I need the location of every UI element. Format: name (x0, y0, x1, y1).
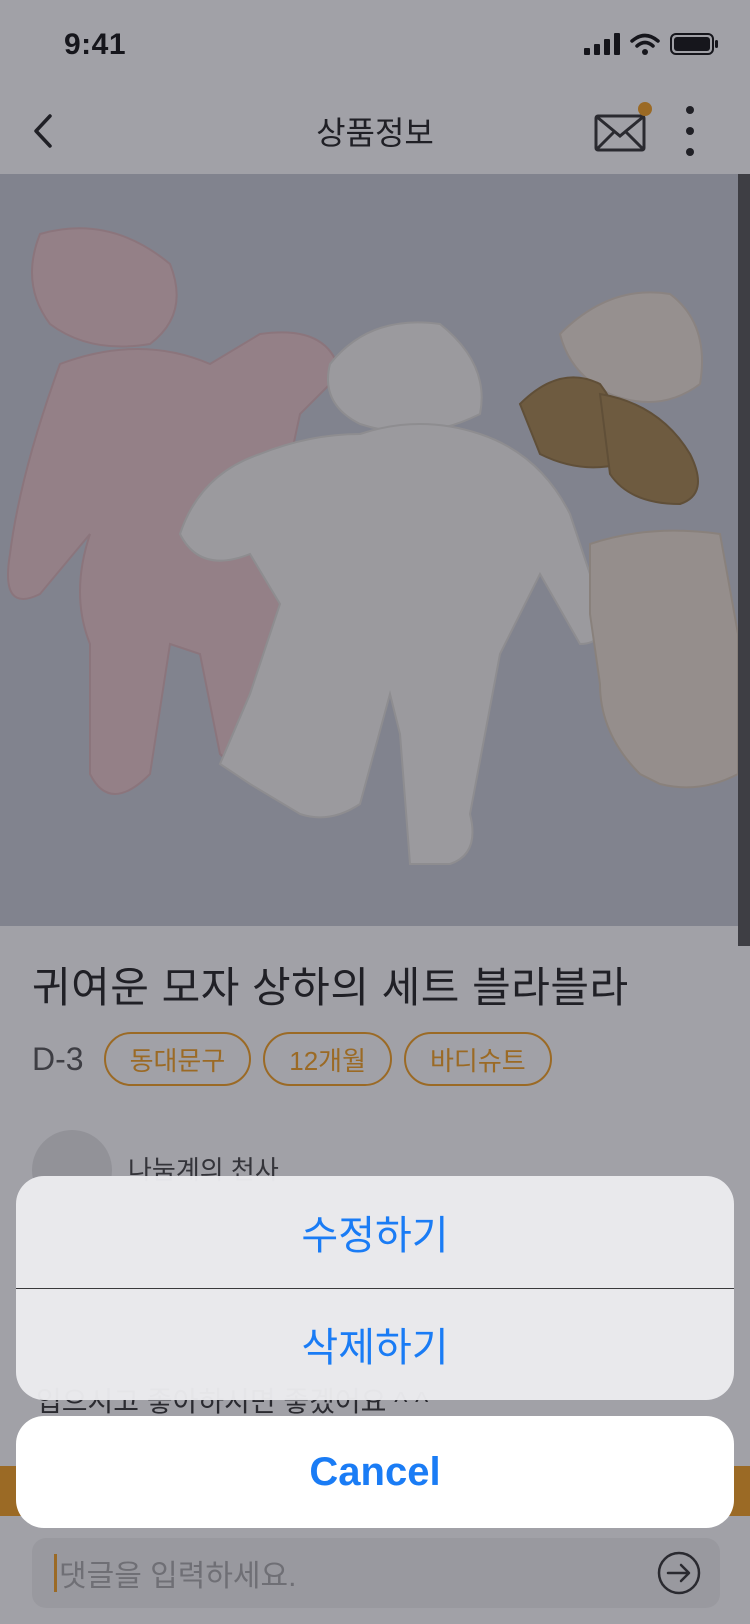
edit-button[interactable]: 수정하기 (16, 1176, 734, 1288)
delete-button[interactable]: 삭제하기 (16, 1288, 734, 1400)
action-sheet: 수정하기 삭제하기 (16, 1176, 734, 1400)
product-detail-screen: 9:41 상품정보 귀여운 모자 상하의 세트 블라블라 D-3 동대문구 12… (0, 0, 750, 1624)
cancel-button[interactable]: Cancel (16, 1416, 734, 1528)
